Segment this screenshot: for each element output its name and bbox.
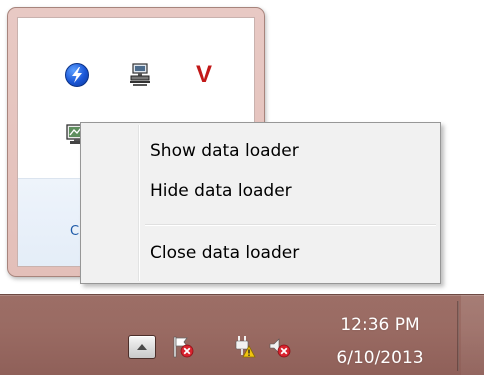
menu-item-label: Show data loader (150, 141, 299, 161)
taskbar-divider (457, 301, 459, 371)
action-center-flag-icon[interactable] (171, 335, 195, 359)
system-clock[interactable]: 12:36 PM 6/10/2013 (318, 309, 442, 375)
menu-item-label: Hide data loader (150, 181, 292, 201)
menu-item-label: Close data loader (150, 243, 300, 263)
clock-date: 6/10/2013 (336, 348, 424, 368)
v-icon-glyph: V (195, 61, 212, 88)
menu-item-close-data-loader[interactable]: Close data loader (83, 235, 438, 271)
chevron-up-icon (137, 344, 147, 350)
flash-icon[interactable] (65, 63, 89, 87)
customize-link[interactable]: C (70, 224, 79, 239)
taskbar: 12:36 PM 6/10/2013 (0, 294, 484, 375)
network-manager-icon[interactable] (128, 63, 152, 87)
volume-muted-icon[interactable] (268, 335, 292, 359)
power-warning-icon[interactable] (232, 335, 256, 359)
flash-icon-circle (65, 63, 89, 87)
menu-separator (145, 224, 436, 226)
menu-item-hide-data-loader[interactable]: Hide data loader (83, 173, 438, 209)
show-hidden-icons-button[interactable] (128, 335, 156, 359)
context-menu: Show data loader Hide data loader Close … (80, 122, 441, 284)
show-desktop-button[interactable] (461, 295, 484, 375)
menu-item-show-data-loader[interactable]: Show data loader (83, 133, 438, 169)
v-icon[interactable]: V (192, 63, 216, 87)
clock-time: 12:36 PM (340, 315, 420, 335)
